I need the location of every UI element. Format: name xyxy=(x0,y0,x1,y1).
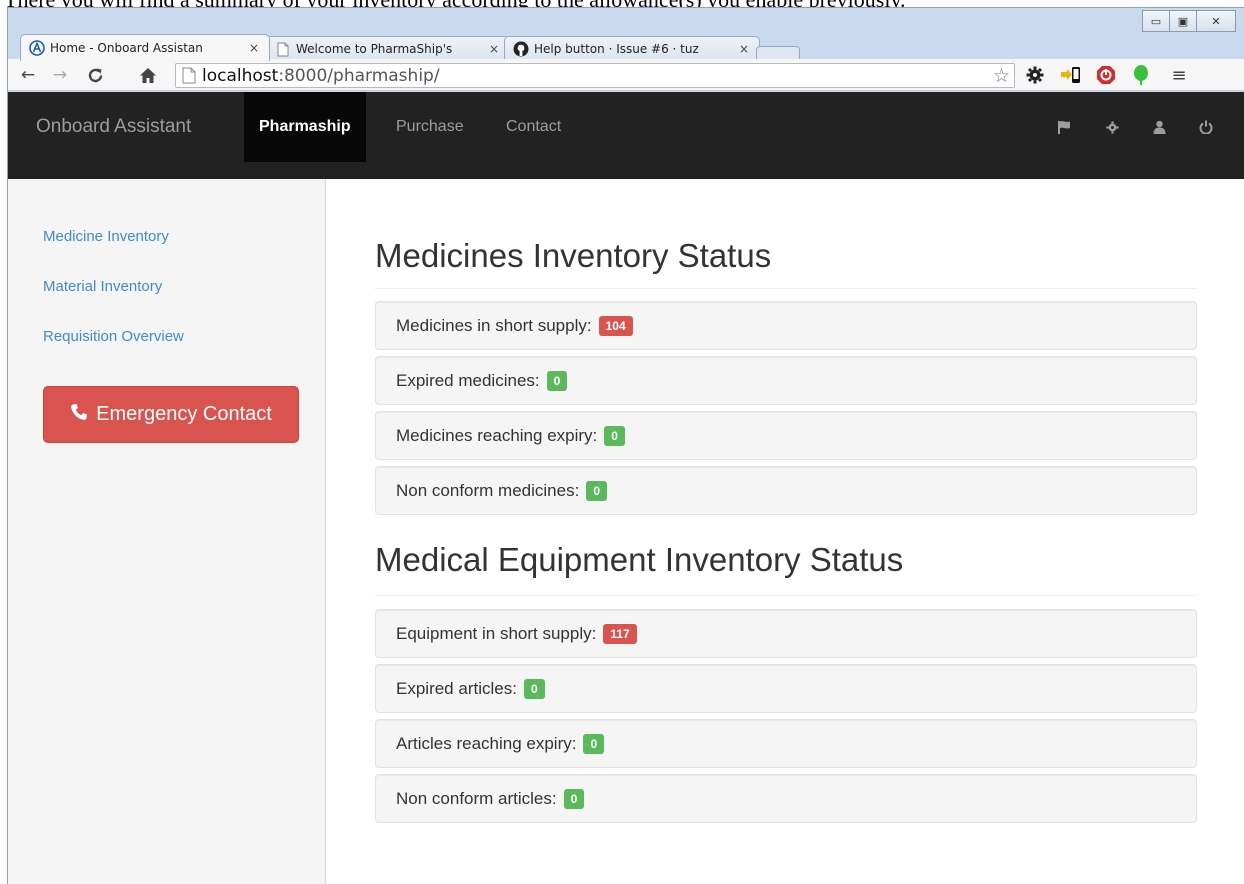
reload-icon[interactable] xyxy=(85,64,105,86)
status-row: Equipment in short supply: 117 xyxy=(375,609,1197,658)
status-badge: 104 xyxy=(598,315,633,336)
tab-help-button-issue[interactable]: Help button · Issue #6 · tuz × xyxy=(504,36,760,61)
status-label: Expired medicines: xyxy=(396,370,540,390)
close-tab-icon[interactable]: × xyxy=(739,42,749,56)
nav-item-purchase[interactable]: Purchase xyxy=(381,92,479,162)
nav-item-contact[interactable]: Contact xyxy=(491,92,576,162)
page-icon xyxy=(275,41,291,57)
status-row: Non conform articles: 0 xyxy=(375,774,1197,823)
status-row: Expired medicines: 0 xyxy=(375,356,1197,405)
tab-welcome-pharmaship[interactable]: Welcome to PharmaShip's × xyxy=(266,36,510,61)
brand-link[interactable]: Onboard Assistant xyxy=(36,92,191,162)
section-divider xyxy=(375,288,1197,289)
power-icon[interactable] xyxy=(1196,117,1216,137)
status-badge: 0 xyxy=(583,733,605,754)
minimize-button[interactable]: ▭ xyxy=(1142,10,1170,32)
status-label: Articles reaching expiry: xyxy=(396,733,577,753)
status-label: Expired articles: xyxy=(396,678,517,698)
gear-extension-icon[interactable] xyxy=(1024,64,1046,86)
status-row: Non conform medicines: 0 xyxy=(375,466,1197,515)
menu-icon[interactable]: ≡ xyxy=(1168,64,1190,86)
status-label: Non conform medicines: xyxy=(396,480,580,500)
status-row: Expired articles: 0 xyxy=(375,664,1197,713)
main-content: Medicines Inventory Status Medicines in … xyxy=(326,179,1244,884)
back-arrow-icon[interactable]: ← xyxy=(18,64,38,86)
emergency-contact-label: Emergency Contact xyxy=(96,403,272,425)
equipment-section-title: Medical Equipment Inventory Status xyxy=(375,541,904,578)
phone-icon xyxy=(70,403,88,427)
tab-home-onboard-assistant[interactable]: Home - Onboard Assistan × xyxy=(20,34,270,61)
address-path: :8000/pharmaship/ xyxy=(278,65,440,86)
nav-item-pharmaship[interactable]: Pharmaship xyxy=(244,92,366,162)
status-badge: 0 xyxy=(604,425,625,446)
address-bar[interactable]: localhost:8000/pharmaship/ ☆ xyxy=(175,63,1015,88)
status-badge: 117 xyxy=(603,623,637,644)
status-badge: 0 xyxy=(586,480,607,501)
tab-title: Help button · Issue #6 · tuz xyxy=(534,42,699,56)
status-label: Equipment in short supply: xyxy=(396,623,597,643)
sidebar-item-material-inventory[interactable]: Material Inventory xyxy=(43,278,162,295)
status-badge: 0 xyxy=(546,370,568,391)
onboard-logo-icon xyxy=(29,40,45,56)
tab-title: Home - Onboard Assistan xyxy=(50,41,203,55)
evernote-leaf-icon[interactable] xyxy=(1130,64,1152,86)
tab-title: Welcome to PharmaShip's xyxy=(296,42,453,56)
emergency-contact-button[interactable]: Emergency Contact xyxy=(43,386,299,443)
status-row: Medicines in short supply: 104 xyxy=(375,301,1197,350)
status-label: Non conform articles: xyxy=(396,788,557,808)
browser-toolbar: ← → localhost:8000/pharmaship/ ☆ ≡ xyxy=(8,59,1244,91)
section-divider xyxy=(375,595,1197,596)
flag-icon[interactable] xyxy=(1054,117,1074,137)
close-window-button[interactable]: ✕ xyxy=(1196,10,1236,32)
user-icon[interactable] xyxy=(1149,117,1169,137)
status-label: Medicines reaching expiry: xyxy=(396,425,598,445)
home-icon[interactable] xyxy=(138,64,158,86)
cog-icon[interactable] xyxy=(1102,117,1122,137)
medicines-section-title: Medicines Inventory Status xyxy=(375,237,772,274)
close-tab-icon[interactable]: × xyxy=(249,41,259,55)
status-row: Medicines reaching expiry: 0 xyxy=(375,411,1197,460)
sidebar: Medicine Inventory Material Inventory Re… xyxy=(8,179,325,884)
sidebar-item-requisition-overview[interactable]: Requisition Overview xyxy=(43,328,184,345)
adblock-icon[interactable] xyxy=(1095,64,1117,86)
status-badge: 0 xyxy=(563,788,585,809)
tab-strip: Home - Onboard Assistan × Welcome to Pha… xyxy=(8,32,1244,62)
window-controls: ▭ ▣ ✕ xyxy=(1142,10,1236,32)
status-row: Articles reaching expiry: 0 xyxy=(375,719,1197,768)
status-label: Medicines in short supply: xyxy=(396,315,592,335)
status-badge: 0 xyxy=(523,678,545,699)
browser-window: ▭ ▣ ✕ Home - Onboard Assistan × Welcome … xyxy=(7,7,1244,884)
app-navbar: Onboard Assistant Pharmaship Purchase Co… xyxy=(8,92,1244,179)
forward-arrow-icon[interactable]: → xyxy=(50,64,70,86)
page-icon xyxy=(182,67,196,84)
sidebar-item-medicine-inventory[interactable]: Medicine Inventory xyxy=(43,228,169,245)
github-icon xyxy=(513,41,529,57)
send-to-phone-icon[interactable] xyxy=(1060,64,1082,86)
maximize-button[interactable]: ▣ xyxy=(1169,10,1197,32)
bookmark-star-icon[interactable]: ☆ xyxy=(993,65,1010,87)
address-host: localhost xyxy=(202,65,279,86)
close-tab-icon[interactable]: × xyxy=(489,42,499,56)
